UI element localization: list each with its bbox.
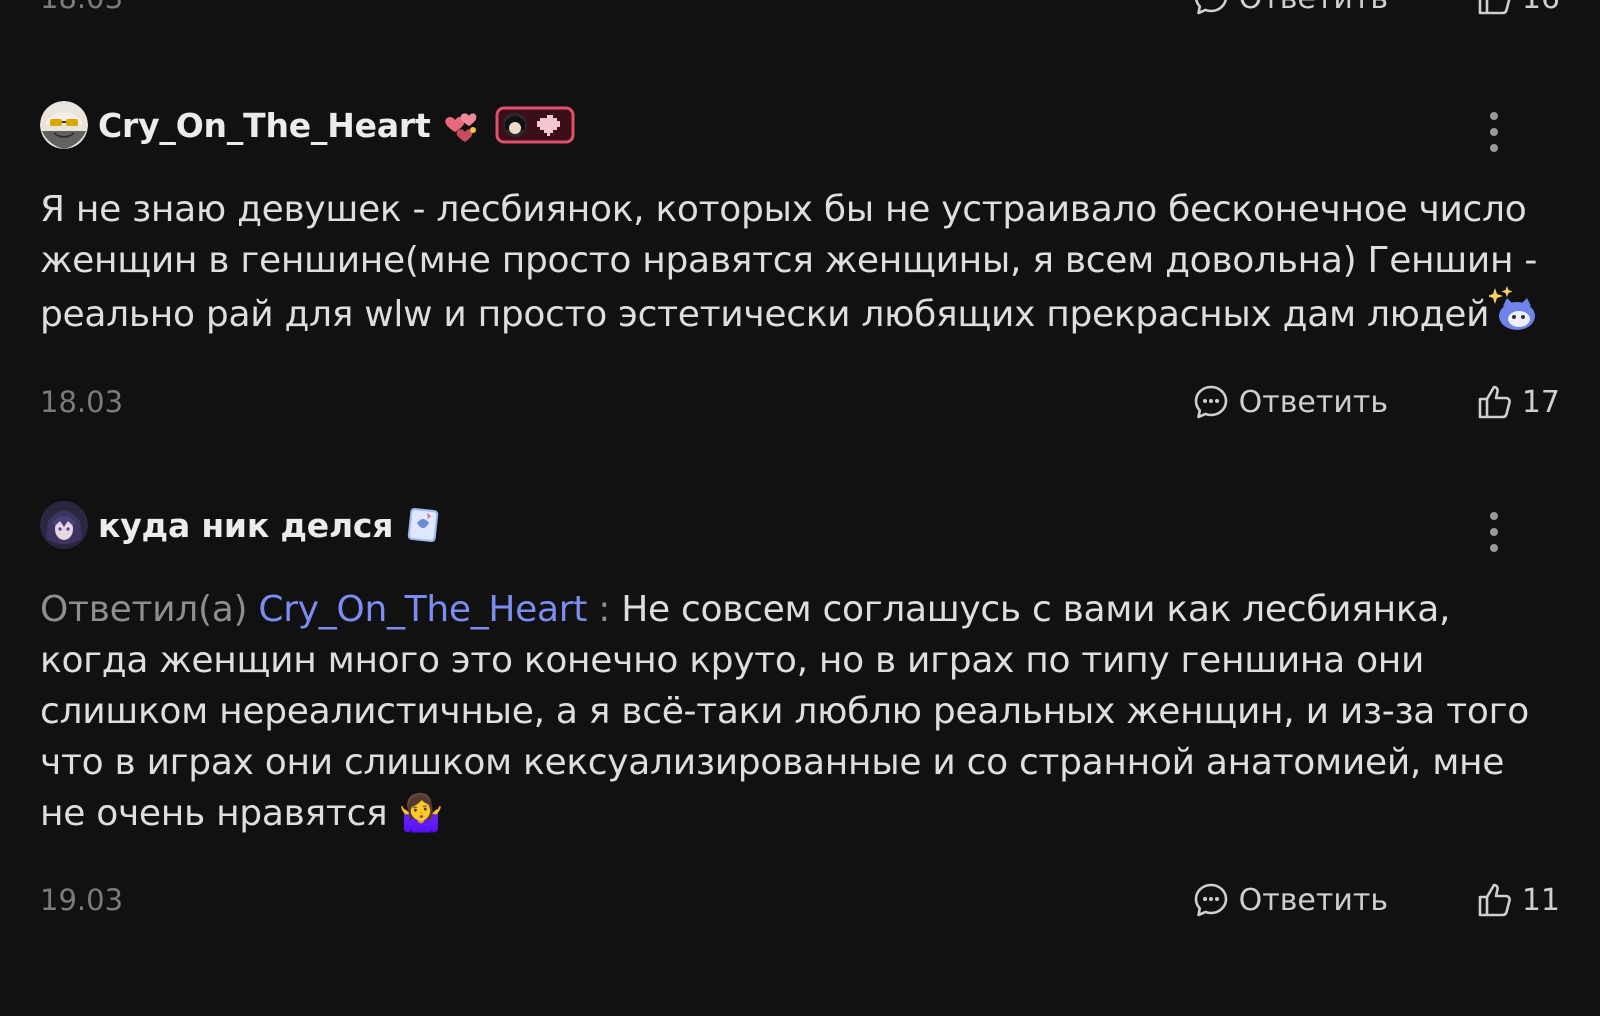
comments-screen: 18.03 Ответить 16: [0, 0, 1600, 1016]
sparkle-cat-sticker-icon: [1487, 286, 1539, 348]
username[interactable]: Cry_On_The_Heart: [98, 106, 431, 145]
like-count: 17: [1521, 384, 1560, 420]
reply-label: Ответить: [1238, 384, 1388, 420]
reply-label: Ответить: [1238, 882, 1388, 918]
comment-date: 18.03: [40, 385, 124, 419]
dot: [1490, 144, 1498, 152]
reply-label: Ответить: [1239, 0, 1388, 16]
dot: [1490, 544, 1498, 552]
avatar-image: [40, 501, 88, 549]
reply-button[interactable]: Ответить: [1193, 882, 1388, 918]
more-options-button[interactable]: [1482, 108, 1506, 156]
badge-sticker-icon: [495, 106, 575, 144]
comment-date: 18.03: [40, 0, 123, 15]
speech-bubble-icon: [1194, 883, 1227, 917]
dot: [1490, 112, 1498, 120]
username[interactable]: куда ник делся: [98, 506, 393, 545]
avatar-image: [40, 101, 88, 149]
comment-date: 19.03: [40, 883, 124, 917]
more-options-button[interactable]: [1482, 508, 1506, 556]
reply-prefix: Ответил(а): [40, 589, 248, 630]
note-sticker-icon: [405, 505, 441, 545]
speech-bubble-icon: [1194, 385, 1227, 419]
comment-text: Я не знаю девушек - лесбиянок, которых б…: [40, 184, 1540, 348]
reply-separator: :: [587, 589, 622, 630]
comment-text: Ответил(а) Cry_On_The_Heart : Не совсем …: [40, 584, 1540, 839]
shrug-emoji: 🤷‍♀️: [398, 793, 444, 834]
thumbs-up-icon: [1478, 883, 1511, 917]
dot: [1490, 128, 1498, 136]
comment-footer: 19.03 Ответить 11: [40, 878, 1560, 922]
comment-header: Cry_On_The_Heart: [40, 98, 1560, 152]
reply-button[interactable]: Ответить: [1193, 0, 1388, 16]
dot: [1490, 512, 1498, 520]
like-count: 11: [1521, 882, 1560, 918]
like-button[interactable]: 16: [1476, 0, 1560, 17]
comment-footer: 18.03 Ответить 17: [40, 380, 1560, 424]
like-button[interactable]: 17: [1476, 383, 1560, 421]
comment-header: куда ник делся: [40, 498, 1560, 552]
like-count: 16: [1522, 0, 1560, 16]
avatar[interactable]: [40, 101, 88, 149]
previous-comment-footer: 18.03 Ответить 16: [0, 0, 1600, 20]
avatar[interactable]: [40, 501, 88, 549]
hearts-sticker-icon: [443, 106, 483, 144]
speech-bubble-icon: [1194, 0, 1227, 15]
like-button[interactable]: 11: [1476, 881, 1560, 919]
reply-mention-link[interactable]: Cry_On_The_Heart: [258, 589, 587, 630]
thumbs-up-icon: [1478, 0, 1511, 15]
reply-button[interactable]: Ответить: [1193, 384, 1388, 420]
dot: [1490, 528, 1498, 536]
thumbs-up-icon: [1478, 385, 1511, 419]
comment-body: Я не знаю девушек - лесбиянок, которых б…: [40, 189, 1538, 335]
